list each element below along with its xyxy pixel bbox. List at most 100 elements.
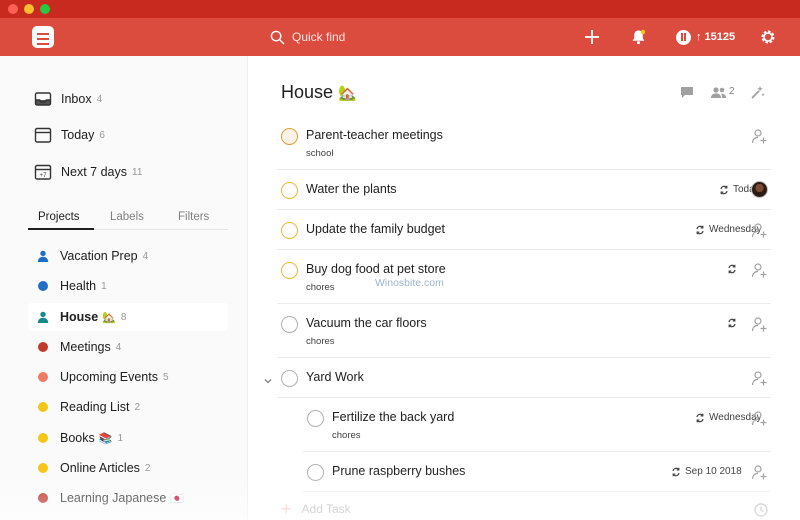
task-checkbox[interactable]	[307, 464, 324, 481]
task-checkbox[interactable]	[281, 182, 298, 199]
subtask-row[interactable]: Prune raspberry bushes Sep 10 2018	[303, 462, 771, 492]
zoom-window-button[interactable]	[40, 4, 50, 14]
plus-icon: +	[281, 499, 292, 519]
project-emoji: 📚	[98, 432, 113, 445]
karma-score[interactable]: ↑ 15125	[676, 28, 735, 46]
active-tab-indicator	[28, 228, 94, 230]
tab-filters[interactable]: Filters	[178, 211, 209, 223]
task-checkbox[interactable]	[281, 316, 298, 333]
task-title[interactable]: Water the plants	[306, 182, 397, 196]
watermark-text: Winosbite.com	[375, 277, 444, 289]
task-title[interactable]: Vacuum the car floors	[306, 316, 427, 330]
item-count: 5	[162, 371, 169, 383]
project-color-dot	[38, 463, 48, 473]
main-content: House 🏡 2 Parent-teacher meetings school W…	[249, 56, 800, 520]
karma-value: ↑ 15125	[696, 31, 736, 43]
chevron-down-icon[interactable]	[263, 373, 273, 384]
window-titlebar	[0, 0, 800, 18]
todoist-logo-icon[interactable]	[32, 26, 54, 48]
close-window-button[interactable]	[8, 4, 18, 14]
task-title[interactable]: Prune raspberry bushes	[332, 464, 465, 478]
add-task-button[interactable]: + Add Task	[281, 499, 351, 519]
sidebar-project-item[interactable]: Learning Japanese 🇯🇵	[28, 484, 228, 512]
sidebar-project-item[interactable]: Vacation Prep 4	[28, 242, 228, 270]
sidebar-project-item[interactable]: Books 📚 1	[28, 424, 228, 452]
karma-icon	[676, 29, 691, 45]
comments-icon[interactable]	[679, 84, 695, 100]
bell-icon[interactable]	[628, 27, 648, 47]
task-title[interactable]: Update the family budget	[306, 222, 445, 236]
recurring-icon	[695, 225, 709, 235]
assignee-avatar[interactable]	[751, 181, 768, 198]
members-count: 2	[729, 86, 735, 97]
task-title[interactable]: Parent-teacher meetings	[306, 128, 443, 142]
task-row[interactable]: Update the family budget Wednesday	[277, 220, 771, 250]
assign-user-icon[interactable]	[751, 222, 768, 239]
app-header: ↑ 15125	[0, 18, 800, 56]
task-checkbox[interactable]	[307, 410, 324, 427]
assign-user-icon[interactable]	[751, 316, 768, 333]
sidebar-item-inbox[interactable]: Inbox 4	[34, 88, 102, 110]
task-label-tag[interactable]: chores	[332, 430, 361, 441]
task-row[interactable]: Water the plants Today	[277, 180, 771, 210]
task-checkbox[interactable]	[281, 222, 298, 239]
task-title[interactable]: Buy dog food at pet store	[306, 262, 446, 276]
task-row[interactable]: Vacuum the car floors chores	[277, 314, 771, 358]
item-count: 4	[96, 93, 103, 105]
task-label-tag[interactable]: chores	[306, 282, 335, 293]
gear-icon[interactable]	[758, 27, 778, 47]
sidebar-project-item[interactable]: Reading List 2	[28, 393, 228, 421]
project-color-dot	[38, 342, 48, 352]
tab-projects[interactable]: Projects	[38, 211, 80, 223]
project-label: Learning Japanese	[60, 491, 167, 505]
plus-icon[interactable]	[582, 27, 602, 47]
task-checkbox[interactable]	[281, 262, 298, 279]
assign-user-icon[interactable]	[751, 128, 768, 145]
assign-user-icon[interactable]	[751, 464, 768, 481]
sidebar-project-item[interactable]: Online Articles 2	[28, 454, 228, 482]
task-checkbox[interactable]	[281, 128, 298, 145]
history-icon[interactable]	[753, 502, 769, 518]
assign-user-icon[interactable]	[751, 410, 768, 427]
share-members-icon[interactable]	[711, 84, 727, 100]
assign-user-icon[interactable]	[751, 370, 768, 387]
task-row[interactable]: Yard Work	[264, 368, 771, 398]
assign-user-icon[interactable]	[751, 262, 768, 279]
item-count: 1	[117, 432, 124, 444]
due-date[interactable]	[727, 318, 741, 328]
project-actions-icon[interactable]	[749, 84, 765, 100]
item-count: 1	[101, 280, 107, 292]
item-count: 2	[134, 401, 141, 413]
task-label-tag[interactable]: chores	[306, 336, 335, 347]
task-title[interactable]: Yard Work	[306, 370, 364, 384]
task-row[interactable]: Buy dog food at pet store chores Winosbite…	[277, 260, 771, 304]
task-checkbox[interactable]	[281, 370, 298, 387]
sidebar: Inbox 4 Today 6 +7 Next 7 days 11 Projec…	[0, 56, 248, 520]
quick-find[interactable]	[270, 27, 470, 47]
due-date[interactable]	[727, 264, 741, 274]
sidebar-item-next-7-days[interactable]: +7 Next 7 days 11	[34, 161, 142, 183]
task-label-tag[interactable]: school	[306, 148, 333, 159]
project-label: Health	[60, 279, 97, 293]
search-icon	[270, 30, 285, 44]
sidebar-project-item[interactable]: Upcoming Events 5	[28, 363, 228, 391]
due-date[interactable]: Sep 10 2018	[671, 466, 742, 477]
tab-labels[interactable]: Labels	[110, 211, 144, 223]
subtask-row[interactable]: Fertilize the back yard chores Wednesday	[303, 408, 771, 452]
recurring-icon	[727, 318, 741, 328]
project-emoji: 🏡	[102, 311, 116, 324]
inbox-icon	[34, 92, 52, 106]
project-label: Books	[60, 431, 95, 445]
minimize-window-button[interactable]	[24, 4, 34, 14]
sidebar-project-item[interactable]: House 🏡 8	[28, 303, 228, 331]
project-label: Upcoming Events	[60, 370, 158, 384]
sidebar-item-today[interactable]: Today 6	[34, 124, 105, 146]
sidebar-project-item[interactable]: Meetings 4	[28, 333, 228, 361]
project-emoji: 🇯🇵	[170, 492, 185, 505]
task-row[interactable]: Parent-teacher meetings school	[277, 126, 771, 170]
project-color-dot	[38, 493, 48, 503]
task-title[interactable]: Fertilize the back yard	[332, 410, 454, 424]
sidebar-item-label: Today	[61, 128, 95, 142]
search-input[interactable]	[292, 30, 452, 44]
sidebar-project-item[interactable]: Health 1	[28, 272, 228, 300]
